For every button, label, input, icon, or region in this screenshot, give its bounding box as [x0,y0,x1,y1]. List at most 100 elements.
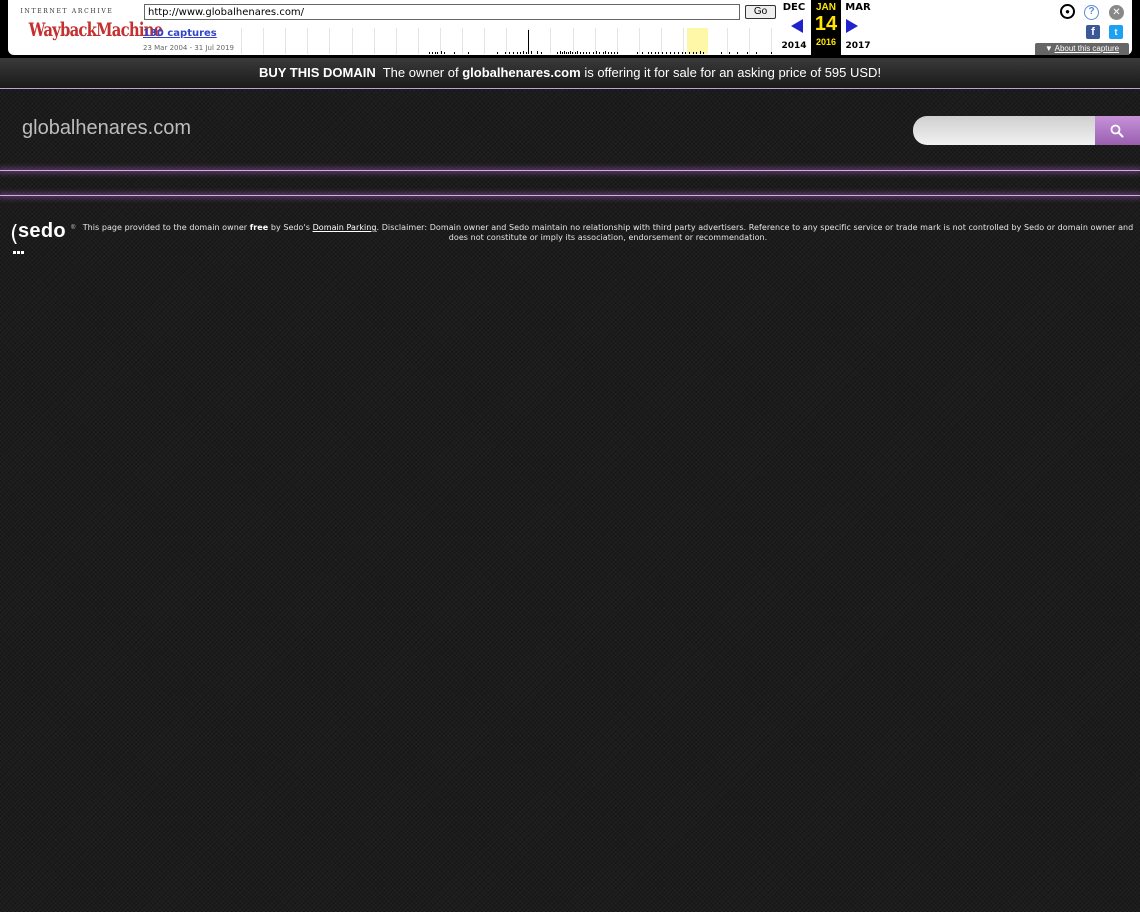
banner-domain: globalhenares.com [462,65,581,80]
sparkline-capture-bar [577,51,578,54]
sparkline-capture-bar [662,52,663,54]
sparkline-capture-bar [721,52,722,54]
sparkline-capture-bar [528,30,529,54]
sparkline-capture-bars [429,30,772,54]
wayback-url-input[interactable] [144,4,740,20]
next-capture-arrow-icon[interactable] [846,19,858,33]
sparkline-capture-bar [583,52,584,54]
sparkline-capture-bar [666,52,667,54]
header-divider [0,170,1140,171]
help-icon[interactable]: ? [1084,5,1099,20]
sparkline-capture-bar [700,51,701,54]
wayback-go-button[interactable]: Go [745,5,776,19]
domain-sale-banner[interactable]: BUY THIS DOMAIN The owner of globalhenar… [0,58,1140,89]
sparkline-capture-bar [562,52,563,54]
sparkline-capture-bar [432,52,433,54]
sparkline-capture-bar [756,52,757,54]
wayback-logo-main: WaybackMachine [28,19,163,41]
sparkline-capture-bar [599,52,600,54]
sparkline-capture-bar [603,52,604,54]
current-month-label: JAN [815,2,836,13]
sparkline-capture-bar [693,52,694,54]
sparkline-capture-bar [674,52,675,54]
sparkline-capture-bar [642,52,643,54]
site-header: globalhenares.com [0,89,1140,172]
user-icon[interactable]: ● [1060,4,1075,19]
sparkline-capture-bar [670,52,671,54]
sparkline-capture-bar [572,52,573,54]
sparkline-capture-bar [560,51,561,54]
disclaimer-free: free [249,223,269,232]
sparkline-capture-bar [513,52,514,54]
sedo-logo-dots [13,241,25,254]
about-capture-button[interactable]: ▼ About this capture [1035,43,1129,55]
sparkline-capture-bar [682,52,683,54]
sedo-logo[interactable]: ( sedo ® [10,218,76,254]
sparkline-current-year-highlight [687,28,708,54]
sparkline-capture-bar [614,52,615,54]
search-button[interactable] [1095,116,1140,145]
sparkline-capture-bar [575,52,576,54]
content-divider [0,195,1140,196]
sparkline-capture-bar [589,52,590,54]
sparkline-capture-bar [437,52,438,54]
sparkline-capture-bar [517,52,518,54]
wayback-logo[interactable]: INTERNET ARCHIVE WaybackMachine [18,8,163,44]
close-icon[interactable]: ✕ [1109,5,1124,20]
sparkline-capture-bar [523,51,524,54]
prev-capture-arrow-icon[interactable] [791,19,803,33]
sparkline-capture-bar [648,52,649,54]
sparkline-capture-bar [441,51,442,54]
sparkline-capture-bar [505,52,506,54]
sparkline-capture-bar [568,52,569,54]
current-year-label: 2016 [815,37,837,47]
next-month-label[interactable]: MAR [843,2,873,13]
sparkline-capture-bar [566,52,567,54]
sparkline-capture-bar [617,52,618,54]
disclaimer-part-3: . Disclaimer: Domain owner and Sedo main… [376,223,1134,242]
about-capture-label: About this capture [1054,44,1120,53]
triangle-down-icon: ▼ [1044,44,1053,53]
sparkline-capture-bar [526,52,527,54]
sparkline-capture-bar [537,51,538,54]
sparkline-capture-bar [593,52,594,54]
sparkline-capture-bar [689,52,690,54]
prev-month-label[interactable]: DEC [779,2,809,13]
sparkline-capture-bar [586,52,587,54]
buy-domain-label[interactable]: BUY THIS DOMAIN [259,65,376,80]
capture-sparkline[interactable] [241,28,773,54]
sparkline-capture-bar [454,52,455,54]
sparkline-capture-bar [703,52,704,54]
wayback-logo-top: INTERNET ARCHIVE [20,8,114,15]
sparkline-capture-bar [729,52,730,54]
sedo-logo-text: sedo [18,220,66,242]
sparkline-capture-bar [520,52,521,54]
sparkline-capture-bar [557,52,558,54]
sparkline-capture-bar [651,52,652,54]
wayback-toolbar-panel: INTERNET ARCHIVE WaybackMachine Go 130 c… [8,0,1132,55]
search-input[interactable] [913,116,1095,145]
sparkline-capture-bar [678,52,679,54]
disclaimer-part-1: This page provided to the domain owner [82,223,248,232]
domain-parking-link[interactable]: Domain Parking [313,223,377,232]
facebook-icon[interactable]: f [1086,25,1100,39]
sparkline-capture-bar [605,51,606,54]
sparkline-capture-bar [737,52,738,54]
sparkline-capture-bar [580,52,581,54]
sparkline-capture-bar [608,52,609,54]
next-year-label: 2017 [845,41,871,51]
capture-date-range: 23 Mar 2004 - 31 Jul 2019 [143,44,234,52]
site-title[interactable]: globalhenares.com [22,117,191,140]
sparkline-capture-bar [570,51,571,54]
sparkline-capture-bar [531,51,532,54]
captures-link[interactable]: 130 captures [143,28,217,39]
sparkline-capture-bar [696,52,697,54]
twitter-icon[interactable]: t [1109,25,1123,39]
sparkline-capture-bar [611,52,612,54]
sparkline-capture-bar [429,52,430,54]
current-day-label: 14 [814,13,838,35]
banner-text-before: The owner of [382,65,459,80]
sparkline-capture-bar [747,52,748,54]
sparkline-capture-bar [541,52,542,54]
sparkline-capture-bar [564,51,565,54]
